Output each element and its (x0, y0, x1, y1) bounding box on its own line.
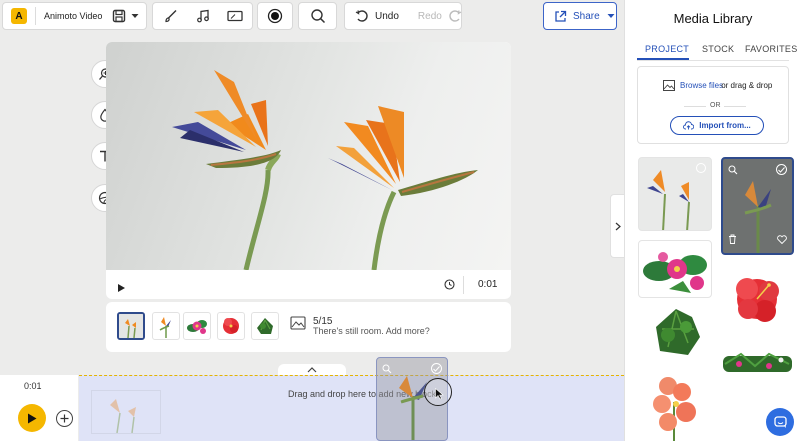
trash-icon[interactable] (728, 233, 737, 247)
search-group (298, 2, 337, 30)
storyboard-thumb[interactable] (217, 312, 245, 340)
chevron-up-icon (307, 367, 317, 373)
storyboard-thumb[interactable] (117, 312, 145, 340)
app-menu-group: A Animoto Video (2, 2, 147, 30)
media-zoom-icon[interactable] (728, 164, 738, 178)
cloud-upload-icon (683, 121, 695, 130)
add-more-hint[interactable]: There's still room. Add more? (313, 326, 430, 336)
tab-stock[interactable]: STOCK (702, 44, 734, 54)
share-chevron-icon (607, 13, 615, 19)
add-block-button[interactable] (56, 410, 73, 427)
import-from-button[interactable]: Import from... (670, 116, 764, 135)
fullscreen-icon[interactable] (444, 279, 455, 293)
aspect-ratio-icon[interactable] (227, 9, 243, 23)
chat-icon (773, 415, 787, 428)
timeline-play-button[interactable] (18, 404, 46, 432)
chevron-right-icon (615, 222, 621, 230)
media-item[interactable] (638, 307, 712, 359)
save-icon[interactable] (112, 9, 126, 23)
media-item[interactable] (638, 368, 712, 441)
plus-icon (60, 414, 69, 423)
media-tools-group (152, 2, 253, 30)
zoom-in-icon[interactable] (382, 363, 392, 377)
timeline-drop-zone[interactable]: Drag and drop here to add new blocks (79, 375, 624, 441)
play-icon (28, 413, 37, 423)
media-check-icon[interactable] (696, 163, 706, 173)
save-dropdown-chevron-icon[interactable] (131, 13, 139, 19)
media-item[interactable] (721, 346, 794, 380)
media-item[interactable] (638, 157, 712, 231)
upload-dropzone[interactable]: Browse files or drag & drop OR Import fr… (637, 66, 789, 144)
brush-tool-icon[interactable] (164, 9, 178, 23)
video-preview: 0:01 (106, 42, 511, 299)
timeline-time: 0:01 (24, 381, 42, 391)
undo-label: Undo (375, 10, 399, 22)
panel-title: Media Library (673, 11, 753, 26)
share-icon (554, 10, 567, 23)
redo-button[interactable]: Redo (418, 9, 462, 23)
record-icon[interactable] (267, 8, 283, 24)
timeline-block-ghost (91, 390, 161, 434)
or-divider-left (684, 106, 706, 107)
music-icon[interactable] (196, 9, 210, 23)
add-media-icon[interactable] (290, 315, 306, 334)
tab-favorites[interactable]: FAVORITES (745, 44, 798, 54)
share-label: Share (573, 10, 600, 22)
animoto-logo-icon[interactable]: A (11, 8, 27, 24)
check-icon[interactable] (431, 363, 442, 374)
chat-button[interactable] (766, 408, 794, 436)
media-item-selected[interactable] (721, 157, 794, 255)
search-icon[interactable] (310, 8, 326, 24)
timeline-controls: 0:01 (0, 375, 78, 441)
storyboard: 5/15 There's still room. Add more? (106, 302, 511, 352)
media-item[interactable] (721, 263, 794, 338)
toggle-panel-button[interactable] (610, 194, 625, 258)
redo-label: Redo (417, 10, 442, 22)
or-divider-right (724, 106, 746, 107)
storyboard-thumb[interactable] (251, 312, 279, 340)
preview-controls: 0:01 (106, 271, 511, 299)
media-item[interactable] (638, 240, 712, 298)
record-group (257, 2, 293, 30)
tab-project[interactable]: PROJECT (645, 44, 689, 54)
image-icon (663, 80, 675, 94)
project-title[interactable]: Animoto Video (44, 11, 102, 21)
heart-icon[interactable] (777, 233, 787, 247)
storyboard-thumb[interactable] (183, 312, 211, 340)
tabs-divider (637, 60, 789, 61)
drag-cursor (424, 378, 452, 406)
import-from-label: Import from... (699, 121, 751, 130)
share-button[interactable]: Share (543, 2, 617, 30)
storyboard-thumb[interactable] (152, 312, 180, 340)
media-library-panel: Media Library PROJECT STOCK FAVORITES Br… (624, 0, 800, 441)
media-check-icon[interactable] (776, 164, 787, 175)
drag-drop-text: or drag & drop (719, 81, 773, 90)
undo-redo-group: Undo Redo (344, 2, 462, 30)
browse-files-link[interactable]: Browse files (680, 81, 723, 90)
controls-divider (463, 276, 464, 294)
or-label: OR (710, 102, 721, 109)
preview-time: 0:01 (478, 279, 498, 290)
preview-play-icon[interactable] (118, 281, 125, 295)
undo-button[interactable]: Undo (355, 9, 399, 23)
preview-image (106, 42, 511, 271)
